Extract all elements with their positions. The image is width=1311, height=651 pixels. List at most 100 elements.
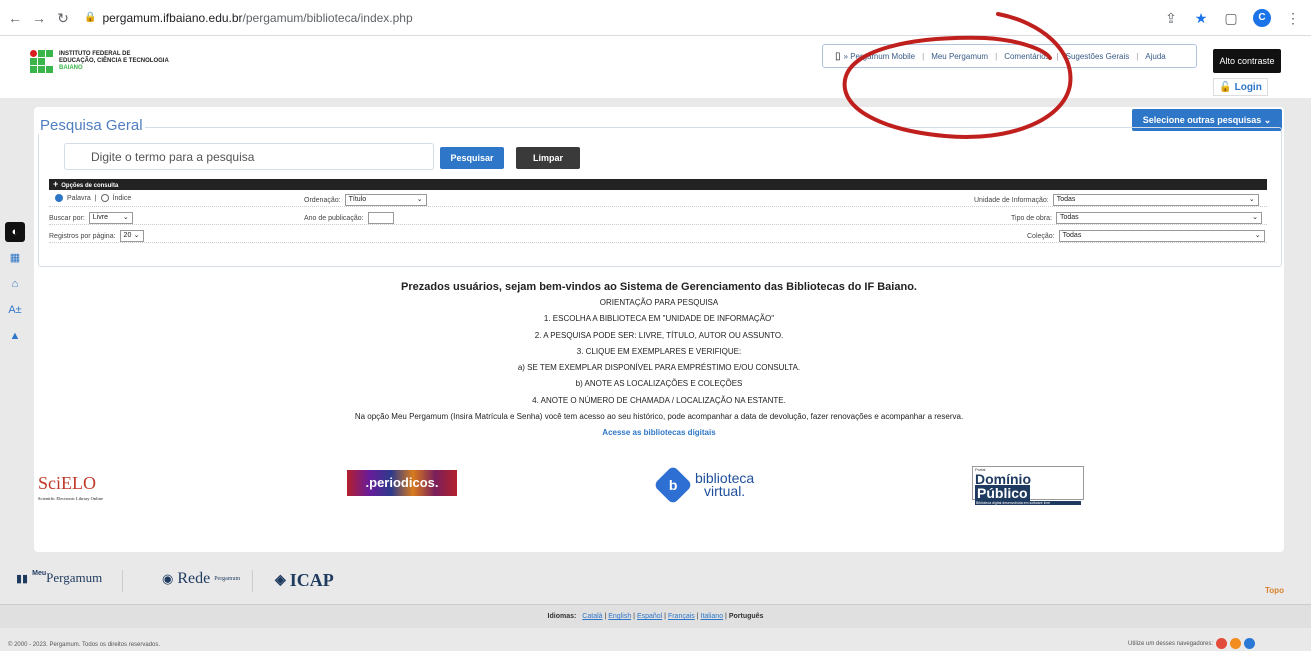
site-header: INSTITUTO FEDERAL DE EDUCAÇÃO, CIÊNCIA E… bbox=[0, 36, 1311, 98]
icap-mark-icon: ◈ bbox=[275, 573, 286, 588]
footer-logos: ▮▮ MeuPergamum ◉ Rede Pergamum ◈ ICAP bbox=[0, 562, 1311, 604]
icap-logo[interactable]: ◈ ICAP bbox=[275, 570, 334, 591]
lang-english[interactable]: English bbox=[608, 613, 631, 620]
bv-icon: b bbox=[653, 465, 693, 505]
guide-line: 2. A PESQUISA PODE SER: LIVRE, TÍTULO, A… bbox=[534, 330, 784, 340]
biblioteca-virtual-logo[interactable]: b biblioteca virtual. bbox=[653, 465, 754, 505]
buscar-por-select[interactable]: Livre ⌄ bbox=[88, 212, 133, 224]
guide-line: ORIENTAÇÃO PARA PESQUISA bbox=[599, 298, 719, 307]
periodicos-logo[interactable]: .periodicos. bbox=[347, 470, 457, 496]
lang-catala[interactable]: Català bbox=[582, 613, 602, 620]
menu-sugestoes[interactable]: Sugestões Gerais bbox=[1066, 52, 1130, 61]
browser-toolbar: ← → ↻ 🔒 pergamum.ifbaiano.edu.br/pergamu… bbox=[0, 0, 1311, 36]
copyright: © 2000 - 2023. Pergamum. Todos os direit… bbox=[8, 642, 161, 648]
welcome-heading: Prezados usuários, sejam bem-vindos ao S… bbox=[401, 281, 917, 293]
welcome-section: Prezados usuários, sejam bem-vindos ao S… bbox=[34, 279, 1284, 442]
radio-palavra[interactable] bbox=[55, 194, 63, 202]
lang-portugues: Português bbox=[728, 613, 764, 620]
bookmark-star-icon[interactable]: ★ bbox=[1193, 10, 1209, 27]
vlibras-icon[interactable]: ▦ bbox=[5, 248, 25, 268]
search-input[interactable] bbox=[64, 143, 434, 170]
contrast-toggle-icon[interactable]: ◐ bbox=[5, 222, 25, 242]
ifbaiano-logo[interactable]: INSTITUTO FEDERAL DE EDUCAÇÃO, CIÊNCIA E… bbox=[30, 50, 169, 73]
tipo-select[interactable]: Todas ⌄ bbox=[1056, 212, 1262, 224]
dp-name2: Público bbox=[975, 485, 1030, 501]
login-button[interactable]: 🔓 Login bbox=[1213, 78, 1268, 96]
menu-meu-pergamum[interactable]: Meu Pergamum bbox=[931, 52, 988, 61]
lang-italiano[interactable]: Italiano bbox=[701, 613, 724, 620]
logo-line2: EDUCAÇÃO, CIÊNCIA E TECNOLOGIA bbox=[59, 58, 169, 64]
bv-line2: virtual. bbox=[703, 483, 746, 499]
logo-mark bbox=[30, 50, 53, 73]
guide-line: 4. ANOTE O NÚMERO DE CHAMADA / LOCALIZAÇ… bbox=[532, 395, 786, 405]
forward-icon[interactable]: → bbox=[30, 9, 48, 27]
meu-pergamum-logo[interactable]: ▮▮ MeuPergamum bbox=[16, 570, 102, 586]
chrome-icon[interactable] bbox=[1216, 638, 1228, 649]
languages-label: Idiomas: bbox=[547, 613, 577, 620]
language-bar: Idiomas: Català | English | Español | Fr… bbox=[0, 604, 1311, 628]
back-icon[interactable]: ← bbox=[6, 9, 24, 27]
options-header[interactable]: + Opções de consulta bbox=[49, 179, 1267, 190]
rede-pergamum-logo[interactable]: ◉ Rede Pergamum bbox=[162, 570, 240, 588]
browsers-label: Utilize um desses navegadores: bbox=[1128, 640, 1214, 647]
logo-line3: BAIANO bbox=[59, 65, 83, 71]
search-button[interactable]: Pesquisar bbox=[440, 147, 504, 169]
address-bar[interactable]: 🔒 pergamum.ifbaiano.edu.br/pergamum/bibl… bbox=[84, 11, 413, 25]
logo-line1: INSTITUTO FEDERAL DE bbox=[59, 51, 131, 57]
options-row-3: Registros por página: 20 ⌄ Coleção: Todas… bbox=[49, 227, 1267, 243]
share-icon[interactable]: ⇪ bbox=[1163, 10, 1179, 27]
firefox-icon[interactable] bbox=[1230, 638, 1242, 649]
scielo-sub: Scientific Electronic Library Online bbox=[38, 496, 103, 501]
menu-comentarios[interactable]: Comentários bbox=[1004, 52, 1049, 61]
url-host: pergamum.ifbaiano.edu.br bbox=[102, 10, 243, 25]
ordenacao-select[interactable]: Título ⌄ bbox=[344, 194, 427, 206]
high-contrast-button[interactable]: Alto contraste bbox=[1213, 49, 1281, 73]
radio-palavra-label: Palavra bbox=[67, 194, 91, 202]
globe-icon: ◉ bbox=[162, 571, 174, 586]
ano-label: Ano de publicação: bbox=[304, 214, 364, 222]
search-title: Pesquisa Geral bbox=[38, 117, 145, 134]
buscar-por-label: Buscar por: bbox=[49, 214, 85, 222]
lang-espanol[interactable]: Español bbox=[637, 613, 662, 620]
scroll-up-icon[interactable]: ▲ bbox=[5, 326, 25, 346]
back-to-top-link[interactable]: Topo bbox=[1265, 586, 1284, 595]
main-panel: Selecione outras pesquisas ⌄ Pesquisa Ge… bbox=[34, 107, 1284, 552]
radio-indice-label: Índice bbox=[112, 194, 132, 202]
url-path: /pergamum/biblioteca/index.php bbox=[242, 10, 413, 25]
guide-line: 3. CLIQUE EM EXEMPLARES E VERIFIQUE: bbox=[576, 346, 742, 356]
dominio-publico-logo[interactable]: Portal Domínio Público Biblioteca digita… bbox=[972, 466, 1084, 505]
books-icon: ▮▮ bbox=[16, 572, 29, 585]
options-row-2: Buscar por: Livre ⌄ Ano de publicação: Ti… bbox=[49, 209, 1267, 225]
scielo-logo[interactable]: SciELO Scientific Electronic Library Onl… bbox=[38, 473, 148, 501]
menu-dots-icon[interactable]: ⋮ bbox=[1285, 10, 1301, 27]
menu-pergamum-mobile[interactable]: » Pergamum Mobile bbox=[844, 52, 916, 61]
digital-libraries-link[interactable]: Acesse as bibliotecas digitais bbox=[34, 425, 1284, 441]
lock-icon: 🔒 bbox=[84, 12, 97, 23]
options-row-1: Palavra | Índice Ordenação: Título ⌄ Unid… bbox=[49, 191, 1267, 207]
radio-indice[interactable] bbox=[100, 194, 109, 202]
menu-ajuda[interactable]: Ajuda bbox=[1145, 52, 1165, 61]
accessibility-toolbar: ◐ ▦ ⌂ A± ▲ bbox=[5, 222, 25, 352]
unidade-select[interactable]: Todas ⌄ bbox=[1052, 194, 1259, 206]
reload-icon[interactable]: ↻ bbox=[54, 9, 72, 27]
edge-icon[interactable] bbox=[1244, 638, 1256, 649]
supported-browsers: Utilize um desses navegadores: bbox=[1128, 638, 1256, 649]
font-size-icon[interactable]: A± bbox=[5, 300, 25, 320]
home-icon[interactable]: ⌂ bbox=[5, 274, 25, 294]
unlock-icon: 🔓 bbox=[1219, 82, 1232, 93]
unidade-label: Unidade de Informação: bbox=[974, 196, 1049, 204]
tipo-label: Tipo de obra: bbox=[1011, 214, 1052, 222]
mobile-phone-icon: ▯ bbox=[835, 50, 841, 62]
lang-francais[interactable]: Français bbox=[668, 613, 695, 620]
registros-select[interactable]: 20 ⌄ bbox=[119, 230, 144, 242]
sidepanel-icon[interactable]: ▢ bbox=[1223, 10, 1239, 27]
ordenacao-label: Ordenação: bbox=[304, 196, 341, 204]
plus-icon: + bbox=[53, 179, 59, 189]
colecao-select[interactable]: Todas ⌄ bbox=[1058, 230, 1265, 242]
profile-avatar[interactable]: C bbox=[1253, 9, 1271, 27]
guide-line: a) SE TEM EXEMPLAR DISPONÍVEL PARA EMPRÉ… bbox=[517, 363, 801, 373]
login-label: Login bbox=[1234, 82, 1262, 93]
registros-label: Registros por página: bbox=[49, 232, 116, 240]
ano-input[interactable] bbox=[367, 212, 394, 224]
clear-button[interactable]: Limpar bbox=[516, 147, 580, 169]
